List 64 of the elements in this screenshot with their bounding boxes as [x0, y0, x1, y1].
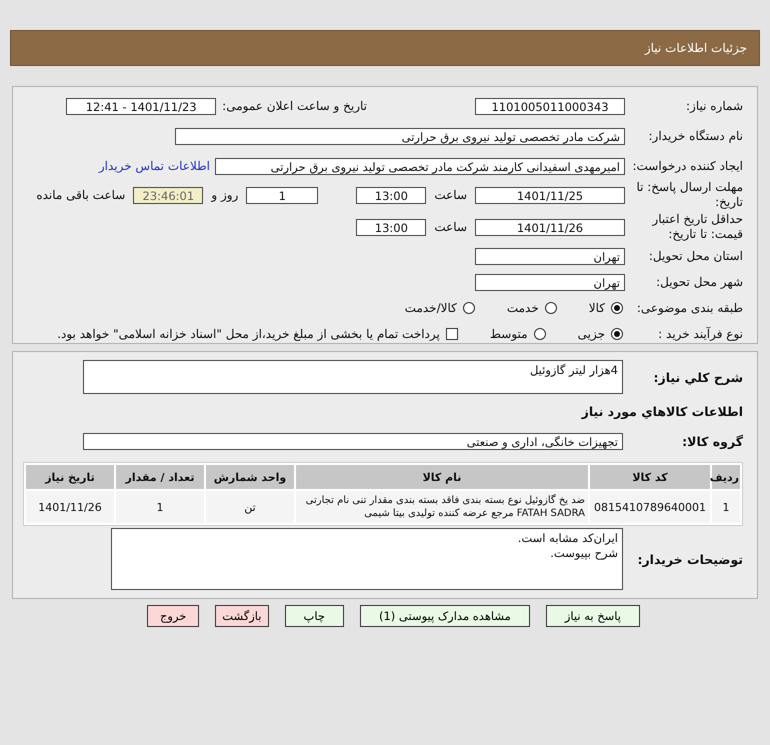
checkbox[interactable] [446, 328, 458, 340]
section-heading: اطلاعات كالاهاي مورد نياز [582, 404, 743, 418]
requester-field: امیرمهدی اسفیدانی کارمند شرکت مادر تخصصی تولید نیروی برق حرارتی [215, 158, 625, 174]
days-field: 1 [246, 186, 318, 204]
page-title: جزئیات اطلاعات نیاز [644, 41, 747, 55]
radio-label: جزیی [578, 327, 605, 341]
field-label: نوع فرآیند خرید : [657, 326, 743, 342]
action-button[interactable]: خروج [147, 605, 200, 627]
contact-link[interactable]: اطلاعات تماس خریدار [98, 159, 210, 173]
column-header: واحد شمارش [206, 465, 294, 489]
announce-date-field: 1401/11/23 - 12:41 [66, 98, 216, 114]
radio-label: کالا/خدمت [404, 301, 457, 315]
action-button[interactable]: پاسخ به نیاز [546, 605, 640, 627]
column-header: تاریخ نیاز [26, 465, 114, 489]
radio-label: متوسط [490, 327, 528, 341]
table-cell: 1 [116, 491, 204, 523]
column-header: تعداد / مقدار [116, 465, 204, 489]
time-field: 13:00 [356, 218, 426, 236]
table-cell: تن [206, 491, 294, 523]
goods-group-field: تجهیزات خانگی، اداری و صنعتی [83, 432, 623, 450]
field-label: تاریخ و ساعت اعلان عمومی: [222, 99, 367, 113]
field-label: ساعت [434, 220, 467, 234]
table-cell: ضد یخ گازوئیل نوع بسته بندی فاقد بسته بندی مقدار تنی نام تجارتی FATAH SADRA مرجع عرضه کننده تولیدی بیتا شیمی [296, 491, 588, 523]
radio-label: کالا [588, 301, 605, 315]
radio-label: خدمت [506, 301, 539, 315]
table-cell: 1401/11/26 [26, 491, 114, 523]
field-label: روز و [211, 188, 238, 202]
date-field: 1401/11/25 [475, 186, 625, 204]
time-field: 13:00 [356, 186, 426, 204]
field-label: ایجاد کننده درخواست: [631, 158, 743, 174]
field-label: گروه کالا: [681, 434, 743, 448]
action-button[interactable]: بازگشت [215, 605, 268, 627]
radio-button[interactable] [544, 302, 557, 314]
field-label: طبقه بندی موضوعی: [636, 300, 743, 316]
field-label: شهر محل تحویل: [655, 274, 743, 290]
action-button[interactable]: چاپ [284, 605, 344, 627]
column-header: ردیف [712, 465, 740, 489]
checkbox-label: پرداخت تمام یا بخشی از مبلغ خرید،از محل "اسناد خزانه اسلامی" خواهد بود. [57, 327, 440, 341]
field-label: نام دستگاه خریدار: [648, 128, 743, 144]
need-number-field: 1101005011000343 [475, 98, 625, 114]
field-label: حداقل تاریخ اعتبار قیمت: تا تاریخ: [650, 212, 743, 242]
field-label: مهلت ارسال پاسخ: تا تاریخ: [635, 180, 743, 210]
city-field: تهران [475, 274, 625, 290]
date-field: 1401/11/26 [475, 218, 625, 236]
field-label: شرح كلي نياز: [652, 370, 743, 384]
radio-button[interactable] [534, 328, 546, 340]
field-label: استان محل تحویل: [648, 248, 743, 264]
summary-field: 4هزار لیتر گازوئیل [83, 360, 623, 394]
table-cell: 1 [712, 491, 740, 523]
radio-button[interactable] [462, 302, 475, 314]
radio-button[interactable] [611, 328, 623, 340]
province-field: تهران [475, 248, 625, 264]
action-button[interactable]: مشاهده مدارک پیوستی (1) [360, 605, 530, 627]
buyer-notes-field: ایران‌کد مشابه است. شرح بپیوست. [111, 528, 623, 590]
field-label: ساعت [434, 188, 467, 202]
table-cell: 0815410789640001 [590, 491, 710, 523]
field-label: ساعت باقی مانده [36, 188, 126, 202]
field-label: توضیحات خریدار: [636, 552, 743, 566]
remaining-time-field: 23:46:01 [133, 186, 204, 204]
field-label: شماره نیاز: [685, 98, 743, 114]
column-header: نام کالا [296, 465, 588, 489]
radio-button[interactable] [611, 302, 623, 314]
column-header: کد کالا [590, 465, 710, 489]
buyer-org-field: شرکت مادر تخصصی تولید نیروی برق حرارتی [175, 128, 625, 144]
